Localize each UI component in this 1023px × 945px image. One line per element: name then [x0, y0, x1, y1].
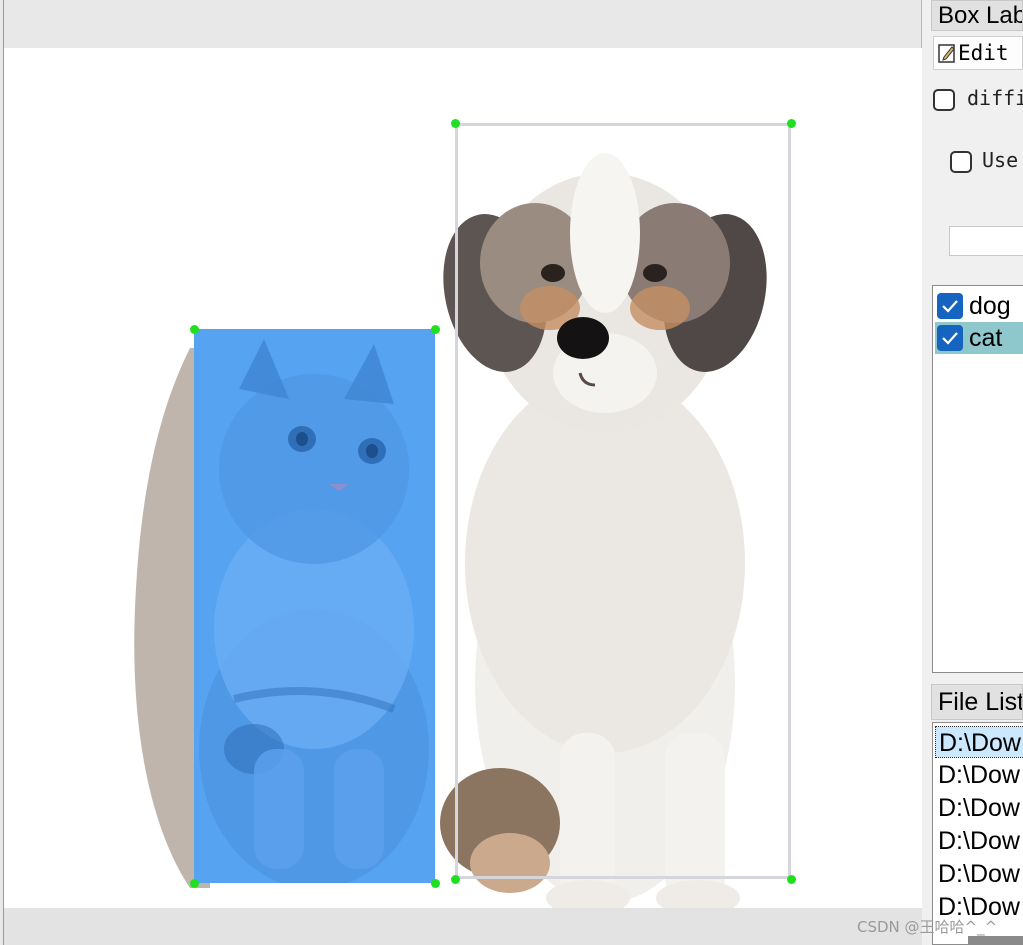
file-list[interactable]: D:\Dow D:\Dow D:\Dow D:\Dow D:\Dow D:\Do… — [932, 722, 1023, 945]
cat-image — [199, 339, 429, 883]
file-list-item[interactable]: D:\Dow — [935, 759, 1023, 791]
label-item-dog[interactable]: dog — [935, 290, 1023, 322]
checkbox-checked-icon[interactable] — [937, 325, 963, 351]
cat-box-vertex-top-left[interactable] — [190, 325, 199, 334]
file-list-title: File List — [931, 684, 1023, 720]
file-list-item[interactable]: D:\Dow — [935, 825, 1023, 857]
use-default-label-row[interactable]: Use default label — [950, 148, 1023, 173]
file-list-item[interactable]: D:\Dow — [935, 792, 1023, 824]
edit-label-text: Edit Label — [958, 41, 1022, 65]
watermark: CSDN @王哈哈^_^ — [857, 918, 998, 936]
dog-bounding-box[interactable] — [455, 123, 791, 879]
difficult-label: difficult — [967, 86, 1023, 110]
difficult-checkbox[interactable] — [933, 88, 955, 111]
dog-box-vertex-bottom-left[interactable] — [451, 875, 460, 884]
box-labels-dock: Box Labels Edit Label difficult Use defa… — [923, 0, 1023, 945]
dock-title: Box Labels — [931, 0, 1023, 31]
annotation-canvas-area[interactable] — [0, 0, 922, 945]
dog-box-vertex-bottom-right[interactable] — [787, 875, 796, 884]
label-list[interactable]: dog cat — [932, 285, 1023, 673]
canvas-horizontal-scrollbar[interactable] — [4, 908, 922, 945]
file-list-item[interactable]: D:\Dow — [935, 726, 1023, 758]
label-item-cat[interactable]: cat — [935, 322, 1023, 354]
default-label-input[interactable] — [949, 226, 1023, 256]
dog-box-vertex-top-right[interactable] — [787, 119, 796, 128]
cat-box-vertex-bottom-left[interactable] — [190, 879, 199, 888]
edit-icon — [938, 44, 955, 63]
file-list-scrollbar-thumb[interactable] — [968, 936, 1023, 945]
file-list-item[interactable]: D:\Dow — [935, 858, 1023, 890]
cat-bounding-box[interactable] — [194, 329, 435, 883]
cat-box-vertex-top-right[interactable] — [431, 325, 440, 334]
checkbox-checked-icon[interactable] — [937, 293, 963, 319]
difficult-checkbox-row[interactable]: difficult — [933, 86, 1023, 111]
dog-box-vertex-top-left[interactable] — [451, 119, 460, 128]
use-default-label-text: Use default label — [982, 148, 1023, 172]
edit-label-button[interactable]: Edit Label — [933, 36, 1023, 70]
cat-box-vertex-bottom-right[interactable] — [431, 879, 440, 888]
label-item-text: cat — [969, 324, 1003, 352]
label-item-text: dog — [969, 292, 1011, 320]
use-default-label-checkbox[interactable] — [950, 150, 972, 173]
image-canvas[interactable] — [4, 48, 922, 908]
